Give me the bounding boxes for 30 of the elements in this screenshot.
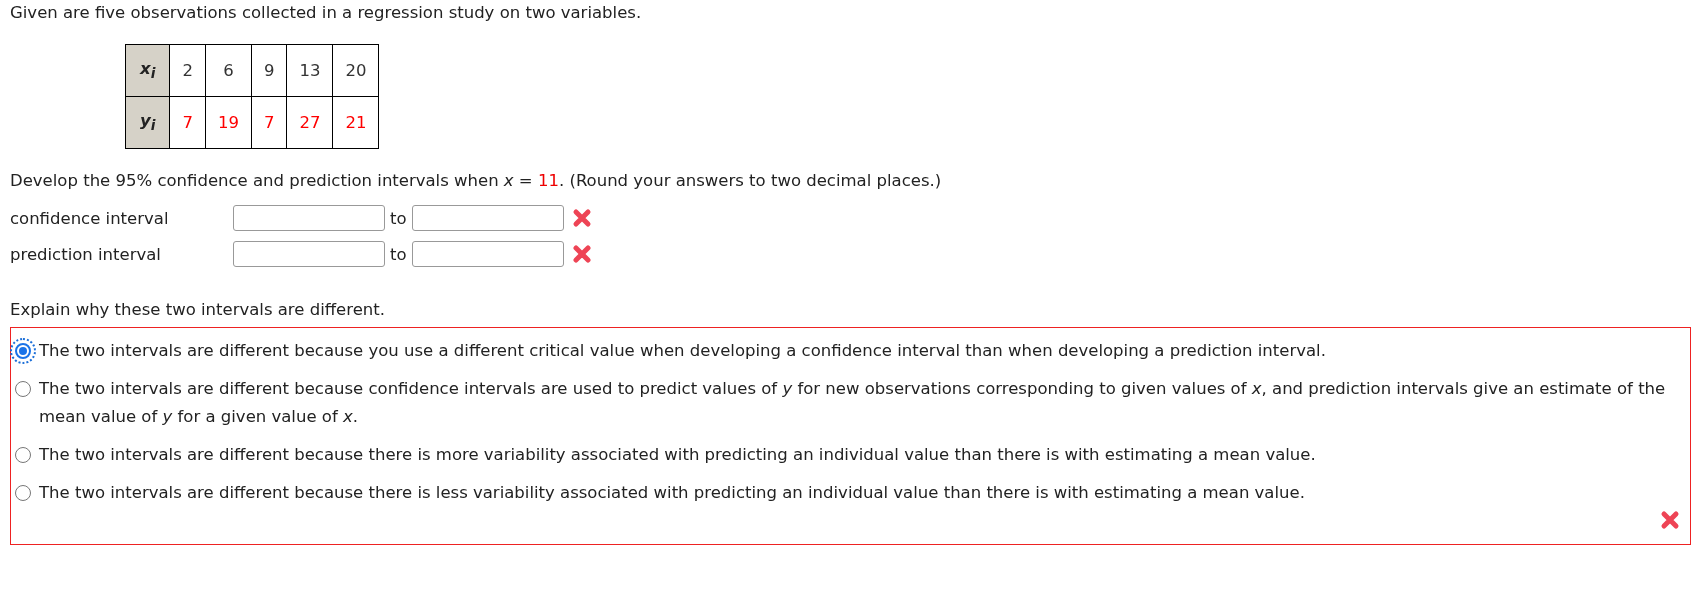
radio-button[interactable] <box>15 485 31 501</box>
table-cell: 9 <box>251 44 287 97</box>
row-label: prediction interval <box>10 244 162 264</box>
answer-field[interactable] <box>233 205 385 231</box>
answer-field[interactable] <box>233 241 385 267</box>
table-cell: 21 <box>333 96 379 149</box>
table-cell: 20 <box>333 44 379 97</box>
answer-field[interactable] <box>411 241 564 267</box>
option-text[interactable]: The two intervals are different because there is more variability associated with predicting an individual value than there is with estimating a mean value. <box>39 441 1682 469</box>
answer-field[interactable] <box>411 205 564 231</box>
question-text: Develop the 95% confidence and prediction intervals when x = 11. (Round your answers to two decimal places.) <box>10 171 943 190</box>
option-text[interactable]: The two intervals are different because confidence intervals are used to predict values of y for new observations corresponding to given values of x, and prediction intervals give an estimate of the mean value of y for a given value of x. <box>39 375 1682 431</box>
separator-text: to <box>390 244 407 264</box>
table-cell: 6 <box>205 44 252 97</box>
separator-text: to <box>390 208 407 228</box>
table-cell: 27 <box>287 96 333 149</box>
radio-button[interactable] <box>15 381 31 397</box>
table-cell: 7 <box>170 96 206 149</box>
option-text[interactable]: The two intervals are different because there is less variability associated with predicting an individual value than there is with estimating a mean value. <box>39 479 1682 507</box>
row-header: x$_{i}$ <box>125 44 170 97</box>
radio-button[interactable] <box>15 447 31 463</box>
row-label: confidence interval <box>10 208 170 228</box>
option-text[interactable]: The two intervals are different because you use a different critical value when developing a confidence interval than when developing a prediction interval. <box>39 337 1682 365</box>
table-cell: 19 <box>205 96 252 149</box>
row-header: y$_{i}$ <box>125 96 170 149</box>
table-cell: 13 <box>287 44 333 97</box>
table-cell: 2 <box>170 44 206 97</box>
intro-text: Given are five observations collected in a regression study on two variables. <box>10 3 643 22</box>
prompt-text: Explain why these two intervals are different. <box>10 300 386 319</box>
table-cell: 7 <box>251 96 287 149</box>
